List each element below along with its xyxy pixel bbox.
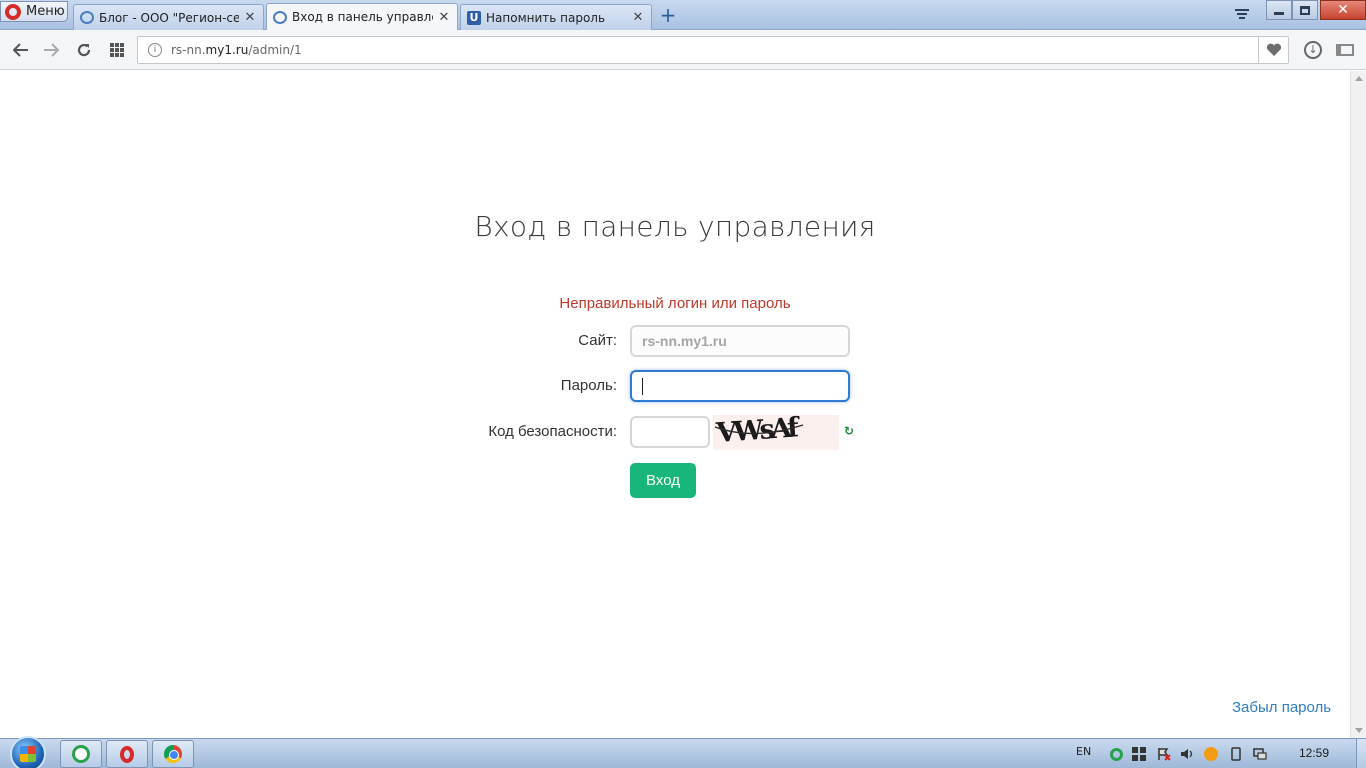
forward-arrow-icon xyxy=(44,43,59,57)
heart-icon xyxy=(1266,43,1281,56)
language-indicator[interactable]: EN xyxy=(1076,745,1091,758)
volume-icon[interactable] xyxy=(1180,747,1194,761)
back-button[interactable] xyxy=(10,39,32,61)
speed-dial-icon xyxy=(110,43,124,57)
menu-label: Меню xyxy=(26,4,65,19)
forward-button[interactable] xyxy=(40,39,62,61)
site-favicon-icon xyxy=(80,11,94,24)
windows-flag-icon[interactable] xyxy=(1132,747,1146,761)
browser-toolbar: i rs-nn.my1.ru/admin/1 ↓ xyxy=(0,30,1366,70)
downloads-button[interactable]: ↓ xyxy=(1302,39,1324,61)
taskbar-app-chrome[interactable] xyxy=(152,740,194,768)
tab-strip: Меню Блог - ООО "Регион-серв ✕ Вход в па… xyxy=(0,0,1366,30)
password-label: Пароль: xyxy=(560,377,617,394)
tab-blog[interactable]: Блог - ООО "Регион-серв ✕ xyxy=(73,4,264,30)
page-title: Вход в панель управления xyxy=(474,210,876,243)
captcha-image: VWsAf xyxy=(713,415,839,450)
url-text[interactable]: rs-nn.my1.ru/admin/1 xyxy=(171,43,302,57)
reload-button[interactable] xyxy=(73,39,95,61)
start-button[interactable] xyxy=(10,736,46,768)
tab-remind-password[interactable]: U Напомнить пароль ✕ xyxy=(460,4,652,30)
opera-icon xyxy=(120,745,134,763)
forgot-password-link[interactable]: Забыл пароль xyxy=(1232,699,1331,716)
tab-close-icon[interactable]: ✕ xyxy=(631,10,645,25)
tab-admin-login[interactable]: Вход в панель управлени ✕ xyxy=(266,3,458,30)
download-icon: ↓ xyxy=(1304,41,1322,59)
tab-close-icon[interactable]: ✕ xyxy=(243,10,257,25)
password-field[interactable] xyxy=(630,370,850,402)
page-content: Вход в панель управления Неправильный ло… xyxy=(0,71,1350,738)
tab-label: Блог - ООО "Регион-серв xyxy=(99,10,239,25)
site-info-icon[interactable]: i xyxy=(148,43,162,57)
tab-close-icon[interactable]: ✕ xyxy=(437,10,451,25)
site-label: Сайт: xyxy=(578,332,617,349)
vertical-scrollbar[interactable] xyxy=(1350,71,1366,738)
u-favicon-icon: U xyxy=(467,10,481,25)
scroll-up-icon[interactable] xyxy=(1355,76,1363,81)
network-icon[interactable] xyxy=(1253,747,1267,761)
scroll-down-icon[interactable] xyxy=(1355,728,1363,733)
tray-green-app-icon[interactable] xyxy=(1109,747,1123,761)
opera-menu-button[interactable]: Меню xyxy=(0,1,68,22)
speed-dial-button[interactable] xyxy=(106,39,128,61)
restore-icon xyxy=(1300,5,1310,15)
windows-taskbar: EN 12:59 xyxy=(0,736,1366,768)
login-button[interactable]: Вход xyxy=(630,463,696,498)
site-field[interactable] xyxy=(630,325,850,357)
site-favicon-icon xyxy=(273,10,287,24)
opera-logo-icon xyxy=(5,3,21,20)
bookmark-heart-button[interactable] xyxy=(1258,37,1288,63)
tab-menu-icon[interactable] xyxy=(1233,7,1251,23)
error-message: Неправильный логин или пароль xyxy=(559,295,791,312)
minimize-button[interactable] xyxy=(1266,0,1292,20)
chrome-icon xyxy=(164,745,182,763)
text-caret xyxy=(642,378,643,395)
close-window-button[interactable]: ✕ xyxy=(1320,0,1366,20)
security-code-field[interactable] xyxy=(630,416,710,448)
avast-icon[interactable] xyxy=(1204,747,1218,761)
maximize-button[interactable] xyxy=(1292,0,1318,20)
action-center-flag-icon[interactable] xyxy=(1157,747,1171,761)
new-tab-button[interactable]: + xyxy=(658,5,678,26)
captcha-text: VWsAf xyxy=(714,415,802,449)
back-arrow-icon xyxy=(13,43,28,57)
clock[interactable]: 12:59 xyxy=(1299,746,1329,760)
usb-device-icon[interactable] xyxy=(1229,747,1243,761)
sidebar-icon xyxy=(1336,44,1354,56)
reload-icon xyxy=(77,43,91,57)
tab-label: Вход в панель управлени xyxy=(292,10,433,24)
address-bar[interactable]: i rs-nn.my1.ru/admin/1 xyxy=(137,36,1289,64)
refresh-captcha-icon[interactable]: ↻ xyxy=(843,424,855,438)
tab-label: Напомнить пароль xyxy=(486,10,606,25)
taskbar-app-opera[interactable] xyxy=(106,740,148,768)
minimize-icon xyxy=(1274,11,1284,15)
taskbar-app-messenger[interactable] xyxy=(60,740,102,768)
security-code-label: Код безопасности: xyxy=(488,423,617,440)
messenger-icon xyxy=(72,745,90,763)
show-desktop-button[interactable] xyxy=(1356,739,1366,768)
sidebar-button[interactable] xyxy=(1334,39,1356,61)
